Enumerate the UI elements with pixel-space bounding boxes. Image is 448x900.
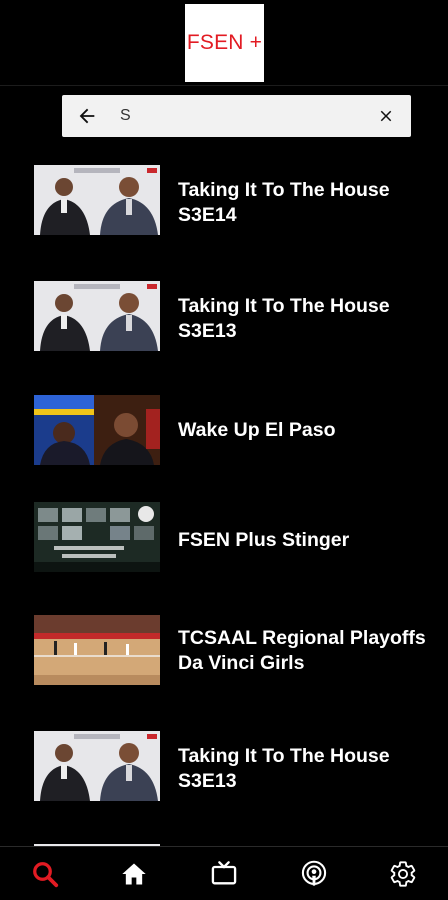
result-item[interactable]: Wake Up El Paso: [0, 380, 448, 480]
result-item[interactable]: Taking It To The House S3E14: [0, 150, 448, 250]
result-item[interactable]: Taking It To The House S3E13: [0, 716, 448, 816]
search-bar: [62, 95, 411, 137]
nav-live-tv[interactable]: [194, 847, 254, 900]
result-item[interactable]: Taking It To The House S3E13: [0, 266, 448, 366]
result-item[interactable]: [0, 832, 448, 846]
search-results-list: Taking It To The House S3E14 Taking It T…: [0, 150, 448, 846]
nav-settings[interactable]: [373, 847, 433, 900]
arrow-left-icon: [79, 108, 95, 124]
thumbnail-image: [34, 165, 160, 235]
podcast-icon: [301, 860, 326, 886]
video-thumbnail: [34, 395, 160, 465]
close-icon: [380, 110, 392, 122]
video-thumbnail: [34, 731, 160, 801]
thumbnail-image: [34, 615, 160, 685]
search-icon: [32, 861, 58, 887]
result-title: Taking It To The House S3E14: [178, 179, 390, 226]
logo-text: FSEN +: [186, 31, 263, 54]
result-title: TCSAAL Regional Playoffs Da Vinci Girls: [178, 627, 426, 674]
nav-search[interactable]: [15, 847, 75, 900]
fsen-plus-logo[interactable]: FSEN +: [185, 4, 264, 82]
video-thumbnail: [34, 615, 160, 685]
result-title: Taking It To The House S3E13: [178, 745, 390, 792]
result-title: FSEN Plus Stinger: [178, 529, 350, 551]
video-thumbnail: [34, 502, 160, 572]
result-title: Taking It To The House S3E13: [178, 295, 390, 342]
result-item[interactable]: TCSAAL Regional Playoffs Da Vinci Girls: [0, 600, 448, 700]
thumbnail-image: [34, 395, 160, 465]
gear-icon: [390, 860, 416, 887]
result-item[interactable]: FSEN Plus Stinger: [0, 490, 448, 590]
thumbnail-image: [34, 731, 160, 801]
thumbnail-image: [34, 502, 160, 572]
tv-icon: [211, 860, 237, 884]
thumbnail-image: [34, 281, 160, 351]
nav-home[interactable]: [104, 847, 164, 900]
nav-podcasts[interactable]: [284, 847, 344, 900]
video-thumbnail: [34, 281, 160, 351]
result-title: Wake Up El Paso: [178, 419, 336, 441]
clear-search-button[interactable]: [361, 95, 411, 137]
home-icon: [122, 863, 147, 884]
back-button[interactable]: [62, 95, 112, 137]
bottom-navigation: [0, 846, 448, 900]
video-thumbnail: [34, 165, 160, 235]
app-header: FSEN +: [0, 0, 448, 86]
search-input[interactable]: [112, 95, 361, 137]
